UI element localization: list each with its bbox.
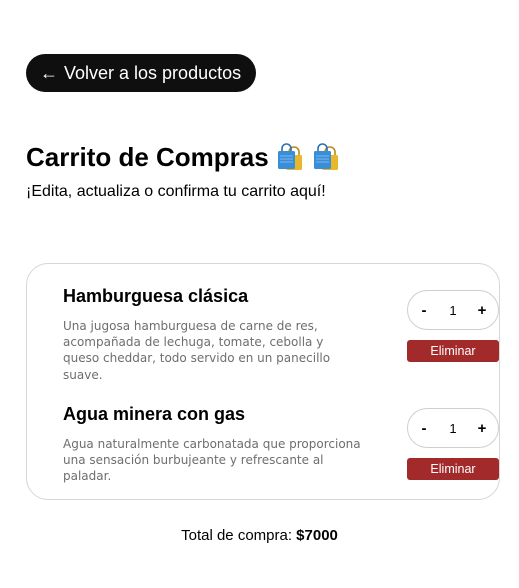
item-description: Una jugosa hamburguesa de carne de res, … bbox=[63, 319, 331, 382]
total-value: $7000 bbox=[296, 527, 338, 544]
shopping-bags-icon bbox=[313, 142, 338, 170]
item-description: Agua naturalmente carbonatada que propor… bbox=[63, 437, 361, 484]
quantity-stepper: - 1 + bbox=[407, 408, 499, 448]
cart-total: Total de compra: $7000 bbox=[0, 527, 519, 544]
decrement-button[interactable]: - bbox=[418, 302, 430, 319]
decrement-button[interactable]: - bbox=[418, 420, 430, 437]
delete-item-button[interactable]: Eliminar bbox=[407, 340, 499, 362]
increment-button[interactable]: + bbox=[476, 420, 488, 437]
increment-button[interactable]: + bbox=[476, 302, 488, 319]
total-label: Total de compra: bbox=[181, 527, 292, 544]
cart-item: Agua minera con gas Agua naturalmente ca… bbox=[63, 404, 499, 485]
quantity-value[interactable]: 1 bbox=[449, 303, 456, 318]
back-button-label: Volver a los productos bbox=[64, 62, 242, 83]
page-subtitle: ¡Edita, actualiza o confirma tu carrito … bbox=[26, 183, 326, 200]
shopping-bags-icon bbox=[277, 142, 302, 170]
page-title: Carrito de Compras bbox=[26, 142, 341, 173]
delete-item-button[interactable]: Eliminar bbox=[407, 458, 499, 480]
page-title-text: Carrito de Compras bbox=[26, 142, 269, 172]
quantity-stepper: - 1 + bbox=[407, 290, 499, 330]
cart-list: Hamburguesa clásica Una jugosa hamburgue… bbox=[26, 263, 500, 500]
left-arrow-icon: ← bbox=[40, 63, 58, 83]
back-to-products-button[interactable]: ← Volver a los productos bbox=[26, 54, 257, 92]
quantity-value[interactable]: 1 bbox=[449, 421, 456, 436]
cart-item: Hamburguesa clásica Una jugosa hamburgue… bbox=[63, 286, 499, 383]
